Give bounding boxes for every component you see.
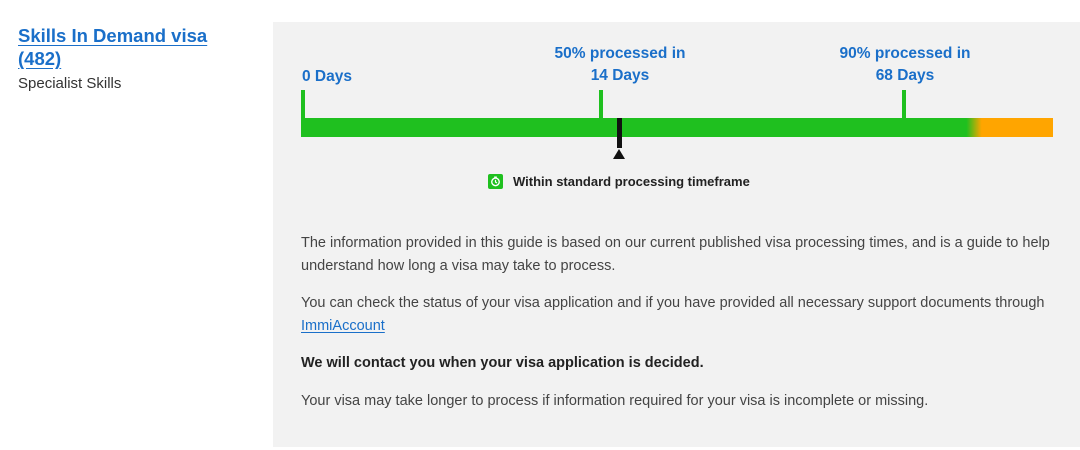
timeline-start-label: 0 Days	[302, 66, 352, 88]
info-paragraph-2: You can check the status of your visa ap…	[301, 292, 1061, 337]
visa-stream: Specialist Skills	[18, 75, 122, 92]
visa-heading-block: Skills In Demand visa (482) Specialist Sk…	[18, 24, 233, 92]
timeline-90-label: 90% processed in 68 Days	[785, 43, 1025, 87]
current-position-marker	[617, 118, 622, 148]
visa-title-line2: (482)	[18, 48, 62, 69]
processing-time-panel: 0 Days 50% processed in 14 Days 90% proc…	[273, 22, 1080, 447]
info-paragraph-1: The information provided in this guide i…	[301, 235, 1050, 274]
immiaccount-link[interactable]: ImmiAccount	[301, 318, 385, 334]
processing-timeline-bar	[301, 118, 1053, 137]
timeline-50-line1: 50% processed in	[554, 45, 686, 62]
info-paragraph-3: We will contact you when your visa appli…	[301, 355, 704, 371]
visa-title-line1: Skills In Demand visa	[18, 25, 208, 46]
timeline-50-label: 50% processed in 14 Days	[500, 43, 740, 87]
info-paragraph-4: Your visa may take longer to process if …	[301, 392, 929, 409]
timeline-50-line2: 14 Days	[590, 67, 650, 84]
info-section: The information provided in this guide i…	[301, 232, 1061, 427]
timeline-start-text: 0 Days	[302, 68, 352, 85]
timeline-90-line1: 90% processed in	[839, 45, 971, 62]
marker-arrow-icon	[613, 149, 625, 159]
timeline-90-line2: 68 Days	[875, 67, 935, 84]
clock-check-icon	[488, 174, 503, 189]
visa-title-link[interactable]: Skills In Demand visa (482)	[18, 25, 207, 69]
info-paragraph-2-text: You can check the status of your visa ap…	[301, 295, 1045, 311]
processing-status-text: Within standard processing timeframe	[513, 174, 750, 189]
processing-status: Within standard processing timeframe	[488, 174, 750, 189]
